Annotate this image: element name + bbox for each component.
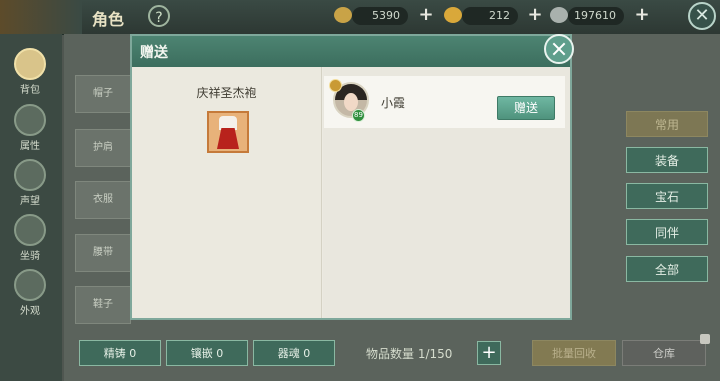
nav-label: 坐骑 xyxy=(20,251,40,262)
reputation-icon xyxy=(14,159,46,191)
nav-item-reputation[interactable]: 声望 xyxy=(12,159,48,207)
robe-icon[interactable] xyxy=(207,111,249,153)
lock-icon xyxy=(700,334,710,344)
dialog-header: 赠送 xyxy=(132,36,570,67)
nav-item-appearance[interactable]: 外观 xyxy=(12,269,48,317)
filter-equipment-button[interactable]: 装备 xyxy=(626,147,708,173)
side-nav: 背包 属性 声望 坐骑 外观 xyxy=(0,34,62,381)
friend-name: 小霞 xyxy=(381,96,406,110)
close-icon[interactable]: ✕ xyxy=(688,2,716,30)
gold-coin-amount: 5390 xyxy=(352,7,408,25)
appearance-icon xyxy=(14,269,46,301)
nav-item-bag[interactable]: 背包 xyxy=(12,48,48,96)
nav-label: 声望 xyxy=(20,196,40,207)
equip-slot-clothes[interactable]: 衣服 xyxy=(75,181,131,219)
list-item: 89 小霞 赠送 xyxy=(324,76,565,128)
close-icon[interactable] xyxy=(544,34,574,64)
attributes-icon xyxy=(14,104,46,136)
top-bar: 角色 ? 5390 + 212 + 197610 + ✕ xyxy=(0,0,720,35)
page-title: 角色 xyxy=(92,10,125,29)
engrave-button[interactable]: 器魂 0 xyxy=(253,340,335,366)
batch-recycle-button[interactable]: 批量回收 xyxy=(532,340,616,366)
filter-gems-button[interactable]: 宝石 xyxy=(626,183,708,209)
nav-label: 属性 xyxy=(20,141,40,152)
gold-ingot-amount: 212 xyxy=(462,7,518,25)
expand-bag-button[interactable]: + xyxy=(477,341,501,365)
nav-item-mount[interactable]: 坐骑 xyxy=(12,214,48,262)
refine-button[interactable]: 精铸 0 xyxy=(79,340,161,366)
level-badge: 89 xyxy=(352,109,365,122)
robe-collar xyxy=(219,116,237,130)
silver-icon xyxy=(550,7,568,23)
gift-dialog: 赠送 庆祥圣杰袍 89 小霞 赠送 xyxy=(130,34,574,320)
help-button[interactable]: ? xyxy=(148,5,170,27)
filter-companion-button[interactable]: 同伴 xyxy=(626,219,708,245)
add-gold-ingot-button[interactable]: + xyxy=(527,6,543,24)
gold-coin-icon xyxy=(334,7,352,23)
equip-slot-shoulder[interactable]: 护肩 xyxy=(75,129,131,167)
equip-slot-hat[interactable]: 帽子 xyxy=(75,75,131,113)
dialog-body: 庆祥圣杰袍 89 小霞 赠送 xyxy=(132,67,570,318)
mount-icon xyxy=(14,214,46,246)
vip-badge-icon xyxy=(329,79,342,92)
add-gold-coin-button[interactable]: + xyxy=(418,6,434,24)
gold-ingot-icon xyxy=(444,7,462,23)
gift-button[interactable]: 赠送 xyxy=(497,96,555,120)
filter-common-button[interactable]: 常用 xyxy=(626,111,708,137)
equip-slot-belt[interactable]: 腰带 xyxy=(75,234,131,272)
item-name: 庆祥圣杰袍 xyxy=(196,86,257,100)
nav-label: 外观 xyxy=(20,306,40,317)
equip-slot-shoes[interactable]: 鞋子 xyxy=(75,286,131,324)
item-count: 物品数量 1/150 xyxy=(366,347,453,361)
item-preview: 庆祥圣杰袍 xyxy=(132,67,322,318)
dialog-title: 赠送 xyxy=(140,45,168,61)
nav-item-attributes[interactable]: 属性 xyxy=(12,104,48,152)
filter-all-button[interactable]: 全部 xyxy=(626,256,708,282)
warehouse-button[interactable]: 仓库 xyxy=(622,340,706,366)
bag-icon xyxy=(14,48,46,80)
inlay-button[interactable]: 镶嵌 0 xyxy=(166,340,248,366)
robe-skirt xyxy=(217,128,239,149)
add-silver-button[interactable]: + xyxy=(634,6,650,24)
nav-label: 背包 xyxy=(20,85,40,96)
friend-list: 89 小霞 赠送 xyxy=(323,67,570,318)
silver-amount: 197610 xyxy=(568,7,624,25)
dragon-emblem-icon xyxy=(0,0,82,34)
